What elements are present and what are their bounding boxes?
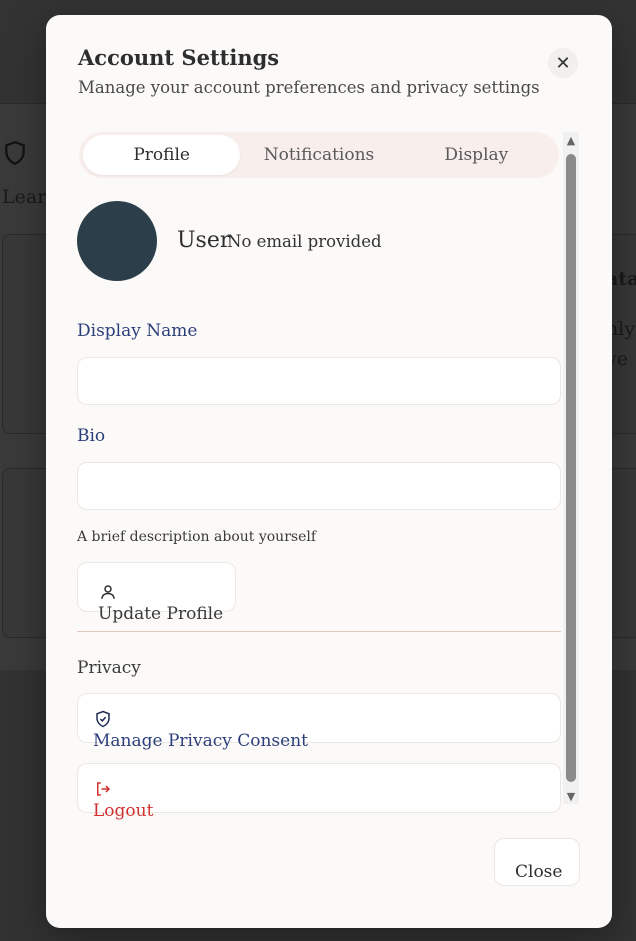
user-name: User <box>177 228 231 253</box>
scrollbar-thumb[interactable] <box>566 154 576 782</box>
account-settings-dialog: Account Settings Manage your account pre… <box>46 15 612 928</box>
user-email: No email provided <box>227 232 382 251</box>
update-profile-button[interactable]: Update Profile <box>77 562 236 624</box>
scroll-up-arrow-icon[interactable]: ▲ <box>563 132 579 148</box>
manage-privacy-consent-label: Manage Privacy Consent <box>93 731 308 751</box>
shield-check-icon <box>96 710 110 728</box>
close-icon: ✕ <box>555 52 571 74</box>
privacy-section-label: Privacy <box>77 658 141 678</box>
tab-list: Profile Notifications Display <box>79 132 559 178</box>
close-dialog-button[interactable]: ✕ <box>548 48 578 78</box>
tab-display[interactable]: Display <box>398 135 555 175</box>
bio-label: Bio <box>77 426 106 446</box>
dialog-scroll-area[interactable]: Profile Notifications Display User No em… <box>77 130 581 820</box>
scroll-down-arrow-icon[interactable]: ▼ <box>563 788 579 804</box>
bio-hint: A brief description about yourself <box>77 529 317 545</box>
dialog-title: Account Settings <box>78 45 280 70</box>
dialog-description: Manage your account preferences and priv… <box>78 78 540 97</box>
tab-notifications[interactable]: Notifications <box>240 135 397 175</box>
logout-label: Logout <box>93 801 154 820</box>
logout-button[interactable]: Logout <box>77 763 561 820</box>
shield-icon <box>5 141 25 166</box>
close-button[interactable]: Close <box>494 838 580 886</box>
dialog-scrollbar[interactable]: ▲ ▼ <box>563 132 579 804</box>
background-title-row <box>2 138 28 168</box>
bio-input[interactable] <box>77 462 561 510</box>
manage-privacy-consent-button[interactable]: Manage Privacy Consent <box>77 693 561 751</box>
avatar <box>77 201 157 281</box>
display-name-input[interactable] <box>77 357 561 405</box>
user-icon <box>101 585 115 599</box>
tab-profile[interactable]: Profile <box>83 135 241 175</box>
display-name-label: Display Name <box>77 321 198 341</box>
update-profile-label: Update Profile <box>98 604 224 624</box>
logout-icon <box>97 782 111 796</box>
close-button-label: Close <box>515 862 563 882</box>
section-divider <box>77 631 561 632</box>
